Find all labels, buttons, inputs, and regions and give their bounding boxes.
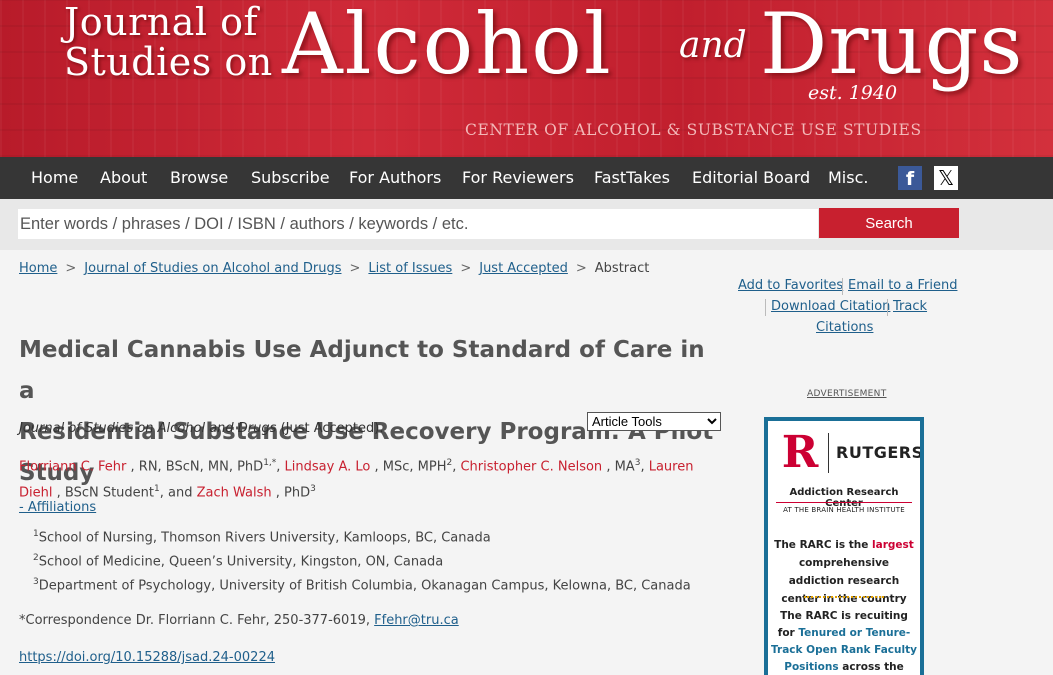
breadcrumb-separator: >: [575, 261, 587, 276]
link-divider: [842, 278, 843, 295]
breadcrumb-separator: >: [460, 261, 472, 276]
breadcrumb-journal[interactable]: Journal of Studies on Alcohol and Drugs: [84, 261, 341, 276]
breadcrumb: Home > Journal of Studies on Alcohol and D…: [19, 261, 649, 276]
nav-for-reviewers[interactable]: For Reviewers: [462, 157, 574, 199]
banner-alcohol: Alcohol: [282, 0, 613, 93]
search-button[interactable]: Search: [819, 208, 959, 238]
breadcrumb-separator: >: [349, 261, 361, 276]
facebook-icon[interactable]: f: [898, 166, 922, 190]
nav-about[interactable]: About: [100, 157, 147, 199]
nav-misc[interactable]: Misc.: [828, 157, 868, 199]
advertisement-label: ADVERTISEMENT: [807, 389, 887, 399]
nav-fasttakes[interactable]: FastTakes: [594, 157, 670, 199]
x-icon[interactable]: 𝕏: [934, 166, 958, 190]
correspondence-email-link[interactable]: Ffehr@tru.ca: [374, 613, 459, 628]
track-citations-link[interactable]: Track: [893, 299, 927, 314]
add-to-favorites-link[interactable]: Add to Favorites: [738, 278, 843, 293]
banner-established: est. 1940: [808, 82, 898, 104]
banner-center-name: CENTER OF ALCOHOL & SUBSTANCE USE STUDIE…: [465, 121, 922, 139]
search-input[interactable]: [18, 209, 818, 239]
article-tools-select[interactable]: Article Tools: [587, 412, 721, 431]
journal-banner[interactable]: Journal of Studies on Alcohol and Drugs …: [0, 0, 1053, 157]
breadcrumb-issues[interactable]: List of Issues: [368, 261, 452, 276]
affiliation-item: 3Department of Psychology, University of…: [33, 577, 691, 594]
nav-browse[interactable]: Browse: [170, 157, 228, 199]
logo-divider: [828, 433, 829, 473]
ad-paragraph-2: The RARC is recuiting for Tenured or Ten…: [771, 610, 917, 673]
author-link[interactable]: Lindsay A. Lo: [285, 459, 371, 474]
breadcrumb-just-accepted[interactable]: Just Accepted: [479, 261, 568, 276]
ad-divider: [776, 502, 912, 503]
author-list: Florriann C. Fehr , RN, BScN, MN, PhD1,*…: [19, 458, 694, 501]
email-friend-link[interactable]: Email to a Friend: [848, 278, 957, 293]
banner-and: and: [679, 25, 747, 66]
author-link[interactable]: Zach Walsh: [197, 486, 272, 501]
banner-journal-of: Journal of Studies on: [64, 0, 273, 84]
main-nav: Home About Browse Subscribe For Authors …: [0, 157, 1053, 199]
ad-dotted-divider: [804, 596, 884, 598]
doi-link[interactable]: https://doi.org/10.15288/jsad.24-00224: [19, 650, 275, 665]
link-divider: [765, 299, 766, 316]
nav-home[interactable]: Home: [31, 157, 78, 199]
nav-for-authors[interactable]: For Authors: [349, 157, 441, 199]
affiliation-item: 1School of Nursing, Thomson Rivers Unive…: [33, 529, 491, 546]
correspondence: *Correspondence Dr. Florriann C. Fehr, 2…: [19, 613, 459, 628]
track-citations-link-cont[interactable]: Citations: [816, 320, 873, 335]
download-citation-link[interactable]: Download Citation: [771, 299, 890, 314]
author-link[interactable]: Florriann C. Fehr: [19, 459, 126, 474]
affiliations-toggle[interactable]: - Affiliations: [19, 500, 96, 515]
link-divider: [887, 299, 888, 316]
banner-drugs: Drugs: [760, 0, 1024, 93]
breadcrumb-current: Abstract: [594, 261, 650, 276]
breadcrumb-home[interactable]: Home: [19, 261, 57, 276]
rutgers-advertisement[interactable]: R RUTGERS Addiction Research Center AT T…: [764, 417, 924, 675]
ad-center-sub: AT THE BRAIN HEALTH INSTITUTE: [783, 506, 905, 514]
author-link[interactable]: Christopher C. Nelson: [460, 459, 602, 474]
rutgers-logo-icon: R: [777, 431, 823, 475]
nav-subscribe[interactable]: Subscribe: [251, 157, 330, 199]
breadcrumb-separator: >: [65, 261, 77, 276]
journal-citation: Journal of Studies on Alcohol and Drugs …: [19, 421, 384, 436]
rutgers-logo-text: RUTGERS: [836, 443, 924, 462]
nav-editorial-board[interactable]: Editorial Board: [692, 157, 810, 199]
affiliation-item: 2School of Medicine, Queen’s University,…: [33, 553, 444, 570]
